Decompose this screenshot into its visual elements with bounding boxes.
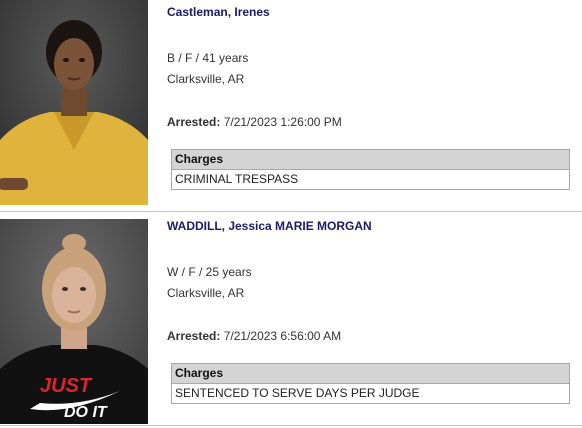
inmate-name-link[interactable]: WADDILL, Jessica MARIE MORGAN [167,219,372,233]
mugshot-image [0,0,148,205]
arrest-info: Arrested: 7/21/2023 6:56:00 AM [167,329,341,343]
mugshot-photo[interactable]: JUST DO IT [0,219,148,424]
location: Clarksville, AR [167,72,245,86]
charges-table: Charges CRIMINAL TRESPASS [171,149,570,190]
mugshot-photo[interactable] [0,0,148,205]
arrested-label: Arrested: [167,115,221,129]
arrested-value: 7/21/2023 6:56:00 AM [223,329,342,343]
shirt-text-bottom: DO IT [64,404,108,421]
inmate-name-link[interactable]: Castleman, Irenes [167,5,270,19]
inmate-record: Castleman, Irenes B / F / 41 years Clark… [0,0,582,214]
record-divider [0,425,582,426]
charges-header: Charges [172,364,569,384]
charges-header: Charges [172,150,569,170]
arrested-label: Arrested: [167,329,221,343]
charge-row: SENTENCED TO SERVE DAYS PER JUDGE [175,386,420,400]
shirt-text-top: JUST [40,375,93,397]
arrested-value: 7/21/2023 1:26:00 PM [223,115,342,129]
demographics: B / F / 41 years [167,51,249,65]
charges-table: Charges SENTENCED TO SERVE DAYS PER JUDG… [171,363,570,404]
demographics: W / F / 25 years [167,265,252,279]
mugshot-image: JUST DO IT [0,219,148,424]
record-divider [0,211,582,212]
arrest-info: Arrested: 7/21/2023 1:26:00 PM [167,115,342,129]
location: Clarksville, AR [167,286,245,300]
charge-row: CRIMINAL TRESPASS [175,172,299,186]
inmate-record: JUST DO IT WADDILL, Jessica MARIE MORGAN… [0,214,582,428]
